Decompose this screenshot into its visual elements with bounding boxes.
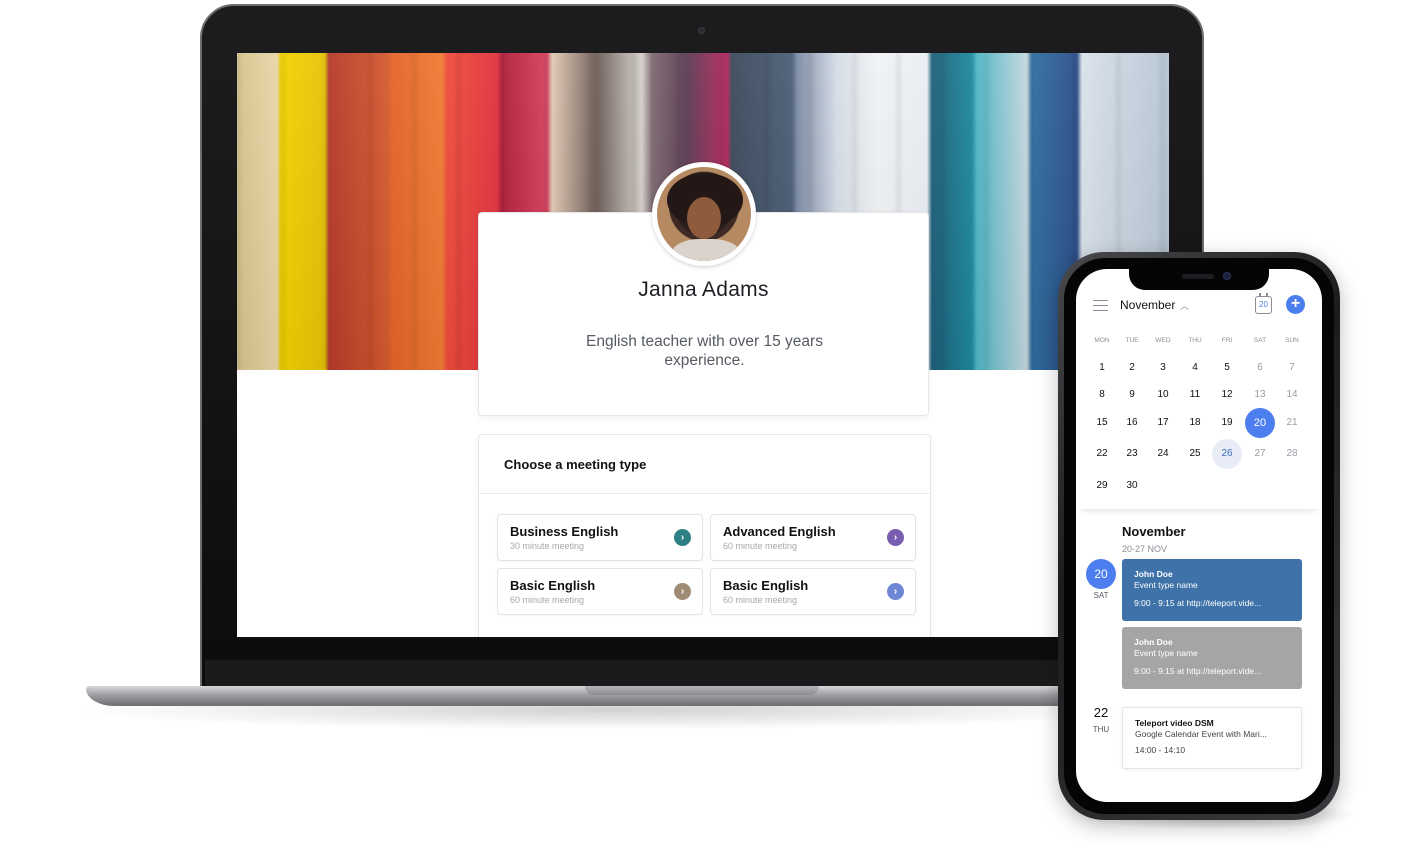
calendar-today-icon[interactable]: 20 — [1255, 293, 1272, 314]
calendar-day[interactable]: 28 — [1277, 439, 1307, 469]
calendar-day[interactable]: 27 — [1245, 439, 1275, 469]
calendar-day[interactable]: 13 — [1245, 380, 1275, 410]
phone-camera — [1223, 272, 1231, 280]
calendar-day[interactable]: 29 — [1087, 471, 1117, 501]
event-detail: 9:00 - 9:15 at http://teleport.vide... — [1134, 666, 1262, 676]
calendar-day[interactable]: 9 — [1117, 380, 1147, 410]
calendar-day[interactable]: 20 — [1245, 408, 1275, 438]
calendar-day[interactable]: 18 — [1180, 408, 1210, 438]
event-detail: 9:00 - 9:15 at http://teleport.vide... — [1134, 598, 1262, 608]
phone-header: November ︿ 20 + — [1076, 293, 1322, 323]
agenda-day-weekday: THU — [1092, 725, 1110, 734]
month-calendar: MON TUE WED THU FRI SAT SUN 1 2 3 4 5 6 7 8 9 10 11 12 13 14… — [1076, 329, 1322, 509]
laptop-camera — [698, 27, 705, 34]
calendar-day[interactable]: 11 — [1180, 380, 1210, 410]
meeting-type-basic-english-2[interactable]: Basic English 60 minute meeting › — [710, 568, 916, 615]
calendar-day[interactable]: 12 — [1212, 380, 1242, 410]
calendar-day[interactable]: 17 — [1148, 408, 1178, 438]
event-title: John Doe — [1134, 637, 1173, 647]
meeting-type-duration: 60 minute meeting — [723, 595, 798, 605]
meeting-type-name: Basic English — [510, 578, 596, 593]
weekday-header: TUE — [1125, 337, 1139, 344]
add-event-button[interactable]: + — [1286, 295, 1305, 314]
profile-name: Janna Adams — [638, 278, 769, 301]
avatar — [652, 162, 756, 266]
event-card[interactable]: John Doe Event type name 9:00 - 9:15 at … — [1122, 559, 1302, 621]
meeting-type-business-english[interactable]: Business English 30 minute meeting › — [497, 514, 703, 561]
meeting-type-card: Choose a meeting type Business English 3… — [478, 434, 931, 637]
chevron-right-icon[interactable]: › — [887, 583, 904, 600]
phone-screen: November ︿ 20 + MON TUE WED THU FRI SAT SUN 1 2 3… — [1076, 269, 1322, 802]
event-card[interactable]: John Doe Event type name 9:00 - 9:15 at … — [1122, 627, 1302, 689]
weekday-header: THU — [1188, 337, 1202, 344]
agenda-day-weekday: SAT — [1093, 591, 1109, 600]
calendar-day[interactable]: 5 — [1212, 353, 1242, 383]
chevron-right-icon[interactable]: › — [674, 529, 691, 546]
month-selector[interactable]: November — [1120, 298, 1175, 312]
agenda-day-badge: 20 — [1086, 559, 1116, 589]
calendar-day[interactable]: 30 — [1117, 471, 1147, 501]
calendar-day[interactable]: 24 — [1148, 439, 1178, 469]
calendar-day[interactable]: 16 — [1117, 408, 1147, 438]
event-title: Teleport video DSM — [1135, 718, 1214, 728]
calendar-day[interactable]: 1 — [1087, 353, 1117, 383]
laptop-chin — [205, 660, 1199, 688]
meeting-type-name: Business English — [510, 524, 619, 539]
calendar-day[interactable]: 10 — [1148, 380, 1178, 410]
agenda-month: November — [1122, 524, 1186, 539]
weekday-header: SAT — [1253, 337, 1267, 344]
event-subtitle: Event type name — [1134, 580, 1198, 590]
meeting-type-title: Choose a meeting type — [504, 457, 647, 472]
calendar-day[interactable]: 25 — [1180, 439, 1210, 469]
device-mockup-scene: Janna Adams English teacher with over 15… — [0, 0, 1413, 858]
weekday-header: WED — [1155, 337, 1171, 344]
calendar-day[interactable]: 3 — [1148, 353, 1178, 383]
agenda-range: 20-27 NOV — [1122, 544, 1168, 554]
chevron-up-icon[interactable]: ︿ — [1180, 299, 1189, 312]
calendar-day[interactable]: 8 — [1087, 380, 1117, 410]
calendar-day[interactable]: 14 — [1277, 380, 1307, 410]
meeting-type-duration: 30 minute meeting — [510, 541, 585, 551]
event-card[interactable]: Teleport video DSM Google Calendar Event… — [1122, 707, 1302, 769]
meeting-type-duration: 60 minute meeting — [723, 541, 798, 551]
agenda-day-number: 22 — [1093, 705, 1109, 720]
event-detail: 14:00 - 14:10 — [1135, 745, 1186, 755]
profile-bio: English teacher with over 15 years exper… — [586, 333, 823, 369]
event-title: John Doe — [1134, 569, 1173, 579]
meeting-type-duration: 60 minute meeting — [510, 595, 585, 605]
meeting-type-basic-english[interactable]: Basic English 60 minute meeting › — [497, 568, 703, 615]
calendar-day[interactable]: 19 — [1212, 408, 1242, 438]
laptop-hinge-notch — [585, 686, 819, 695]
calendar-day[interactable]: 4 — [1180, 353, 1210, 383]
chevron-right-icon[interactable]: › — [674, 583, 691, 600]
calendar-day[interactable]: 26 — [1212, 439, 1242, 469]
event-subtitle: Event type name — [1134, 648, 1198, 658]
chevron-right-icon[interactable]: › — [887, 529, 904, 546]
phone-speaker — [1182, 274, 1214, 279]
calendar-day[interactable]: 21 — [1277, 408, 1307, 438]
weekday-header: FRI — [1221, 337, 1233, 344]
laptop-screen: Janna Adams English teacher with over 15… — [237, 53, 1169, 637]
weekday-header: MON — [1094, 337, 1110, 344]
menu-icon[interactable] — [1093, 300, 1108, 311]
calendar-day[interactable]: 23 — [1117, 439, 1147, 469]
calendar-day[interactable]: 2 — [1117, 353, 1147, 383]
calendar-day[interactable]: 15 — [1087, 408, 1117, 438]
meeting-type-name: Basic English — [723, 578, 809, 593]
weekday-header: SUN — [1285, 337, 1299, 344]
meeting-type-name: Advanced English — [723, 524, 836, 539]
calendar-day[interactable]: 22 — [1087, 439, 1117, 469]
divider — [479, 493, 930, 494]
calendar-day[interactable]: 7 — [1277, 353, 1307, 383]
event-subtitle: Google Calendar Event with Mari... — [1135, 729, 1267, 739]
meeting-type-advanced-english[interactable]: Advanced English 60 minute meeting › — [710, 514, 916, 561]
calendar-day[interactable]: 6 — [1245, 353, 1275, 383]
